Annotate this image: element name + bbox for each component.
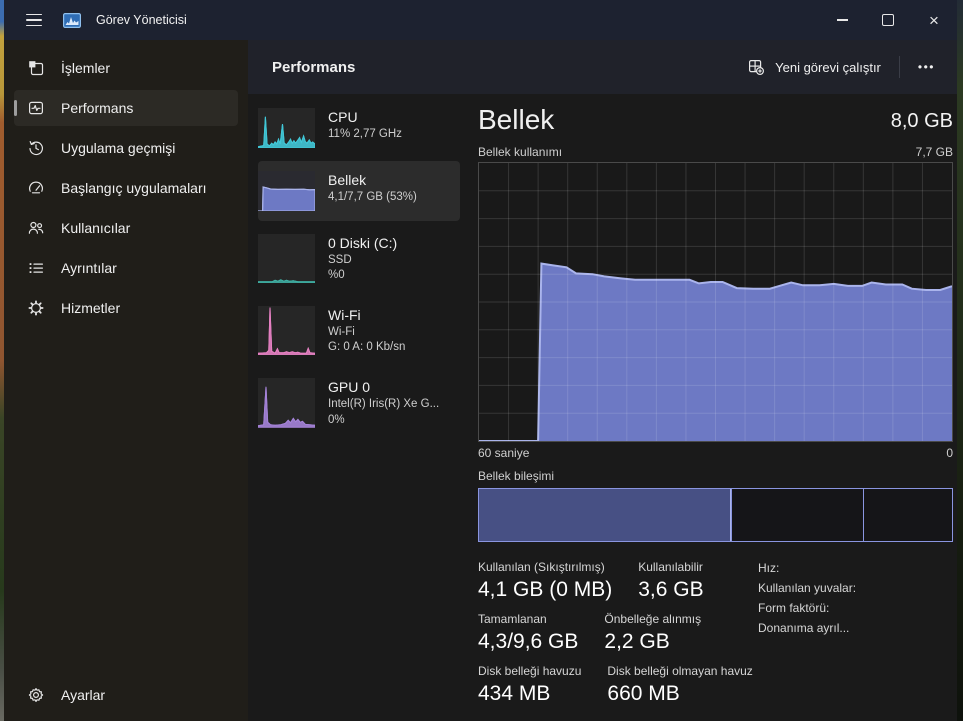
device-row-wifi[interactable]: Wi-Fi Wi-Fi G: 0 A: 0 Kb/sn <box>258 296 460 365</box>
sidebar-item-kullanicilar[interactable]: Kullanıcılar <box>14 210 238 246</box>
sidebar-item-label: Kullanıcılar <box>61 220 131 236</box>
device-detail: G: 0 A: 0 Kb/sn <box>328 341 406 354</box>
services-icon <box>26 298 46 318</box>
selected-indicator <box>14 100 17 116</box>
startup-icon <box>26 178 46 198</box>
gear-icon <box>26 685 46 705</box>
content-body: CPU 11% 2,77 GHz Bellek 4,1/7,7 GB (53%) <box>248 94 957 721</box>
device-row-gpu0[interactable]: GPU 0 Intel(R) Iris(R) Xe G... 0% <box>258 368 460 437</box>
memory-composition-label: Bellek bileşimi <box>478 469 555 484</box>
sidebar-item-ayarlar[interactable]: Ayarlar <box>14 677 238 713</box>
hamburger-icon[interactable] <box>14 3 54 37</box>
stat-available: Kullanılabilir 3,6 GB <box>638 560 704 602</box>
processes-icon <box>26 58 46 78</box>
performance-icon <box>26 98 46 118</box>
memory-detail-panel: Bellek 8,0 GB Bellek kullanımı 7,7 GB 60… <box>460 94 957 721</box>
memory-stats: Kullanılan (Sıkıştırılmış) 4,1 GB (0 MB)… <box>478 560 953 706</box>
close-icon[interactable]: × <box>911 0 957 40</box>
sidebar-item-label: Uygulama geçmişi <box>61 140 176 156</box>
memory-usage-max-label: 7,7 GB <box>915 145 953 160</box>
device-row-disk0[interactable]: 0 Diski (C:) SSD %0 <box>258 224 460 293</box>
stat-non-paged-pool: Disk belleği olmayan havuz 660 MB <box>607 664 753 706</box>
memory-usage-label: Bellek kullanımı <box>478 145 563 160</box>
sidebar-item-label: Ayarlar <box>61 687 106 703</box>
memory-mini-chart <box>258 171 315 211</box>
sidebar-item-uygulama-gecmisi[interactable]: Uygulama geçmişi <box>14 130 238 166</box>
device-name: Wi-Fi <box>328 307 361 324</box>
task-manager-window: Görev Yöneticisi × İşlemler Performans U… <box>4 0 957 721</box>
sidebar-item-label: İşlemler <box>61 60 111 76</box>
window-title: Görev Yöneticisi <box>96 13 187 27</box>
memory-usage-chart[interactable] <box>478 162 953 443</box>
device-name: Bellek <box>328 172 367 188</box>
gpu-mini-chart <box>258 378 315 428</box>
history-icon <box>26 138 46 158</box>
disk-mini-chart <box>258 234 315 284</box>
stat-paged-pool: Disk belleği havuzu 434 MB <box>478 664 582 706</box>
maximize-icon[interactable] <box>865 0 911 40</box>
app-icon <box>63 12 81 28</box>
device-detail: Wi-Fi <box>328 326 355 339</box>
sidebar-item-label: Başlangıç uygulamaları <box>61 180 207 196</box>
more-options-icon[interactable]: ••• <box>908 53 945 81</box>
sidebar-item-label: Ayrıntılar <box>61 260 117 276</box>
hw-info-speed: Hız: <box>758 561 780 576</box>
memory-total-capacity: 8,0 GB <box>890 110 953 133</box>
content-header: Performans Yeni görevi çalıştır ••• <box>248 40 957 94</box>
page-title: Performans <box>272 58 356 76</box>
desktop-edge-left <box>0 0 4 721</box>
cpu-mini-chart <box>258 108 315 148</box>
device-row-cpu[interactable]: CPU 11% 2,77 GHz <box>258 98 460 158</box>
hw-info-slots-used: Kullanılan yuvalar: <box>758 581 857 596</box>
device-row-memory[interactable]: Bellek 4,1/7,7 GB (53%) <box>258 161 460 221</box>
minimize-icon[interactable] <box>819 0 865 40</box>
performance-device-list: CPU 11% 2,77 GHz Bellek 4,1/7,7 GB (53%) <box>248 94 460 721</box>
window-controls: × <box>819 0 957 40</box>
sidebar-item-performans[interactable]: Performans <box>14 90 238 126</box>
hw-info-form-factor: Form faktörü: <box>758 601 830 616</box>
run-new-task-label: Yeni görevi çalıştır <box>775 59 881 75</box>
composition-segment-standby <box>730 489 863 542</box>
sidebar: İşlemler Performans Uygulama geçmişi Baş… <box>4 40 248 721</box>
titlebar: Görev Yöneticisi × <box>4 0 957 40</box>
header-divider <box>898 56 900 78</box>
new-task-icon <box>749 59 765 75</box>
chart-time-span-label: 60 saniye <box>478 446 530 461</box>
memory-hardware-info: Hız: Kullanılan yuvalar: Form faktörü: D… <box>758 561 856 635</box>
device-detail: 4,1/7,7 GB (53%) <box>328 190 417 203</box>
device-detail: Intel(R) Iris(R) Xe G... <box>328 398 440 411</box>
sidebar-item-ayrintilar[interactable]: Ayrıntılar <box>14 250 238 286</box>
details-icon <box>26 258 46 278</box>
wifi-mini-chart <box>258 306 315 356</box>
sidebar-item-hizmetler[interactable]: Hizmetler <box>14 290 238 326</box>
device-name: CPU <box>328 109 358 125</box>
window-body: İşlemler Performans Uygulama geçmişi Baş… <box>4 40 957 721</box>
composition-segment-in-use <box>479 489 731 542</box>
memory-title: Bellek <box>478 104 555 135</box>
sidebar-item-label: Hizmetler <box>61 300 121 316</box>
header-actions: Yeni görevi çalıştır ••• <box>738 52 945 83</box>
device-name: 0 Diski (C:) <box>328 235 398 251</box>
sidebar-item-islemler[interactable]: İşlemler <box>14 50 238 86</box>
stat-cached: Önbelleğe alınmış 2,2 GB <box>604 612 702 654</box>
sidebar-item-label: Performans <box>61 100 134 116</box>
run-new-task-button[interactable]: Yeni görevi çalıştır <box>738 52 891 83</box>
device-name: GPU 0 <box>328 379 371 396</box>
stat-in-use: Kullanılan (Sıkıştırılmış) 4,1 GB (0 MB) <box>478 560 613 602</box>
device-detail: 11% 2,77 GHz <box>328 127 402 140</box>
device-detail: %0 <box>328 269 345 282</box>
sidebar-item-baslangic-uygulamalari[interactable]: Başlangıç uygulamaları <box>14 170 238 206</box>
users-icon <box>26 218 46 238</box>
composition-segment-free <box>862 489 952 542</box>
main-content: Performans Yeni görevi çalıştır ••• CPU … <box>248 40 957 721</box>
stat-committed: Tamamlanan 4,3/9,6 GB <box>478 612 579 654</box>
chart-time-zero-label: 0 <box>946 446 953 461</box>
device-detail: 0% <box>328 413 345 426</box>
memory-composition-bar[interactable] <box>478 488 953 543</box>
hw-info-hardware-reserved: Donanıma ayrıl... <box>758 621 850 636</box>
desktop-edge-right <box>957 0 963 721</box>
device-detail: SSD <box>328 253 352 266</box>
